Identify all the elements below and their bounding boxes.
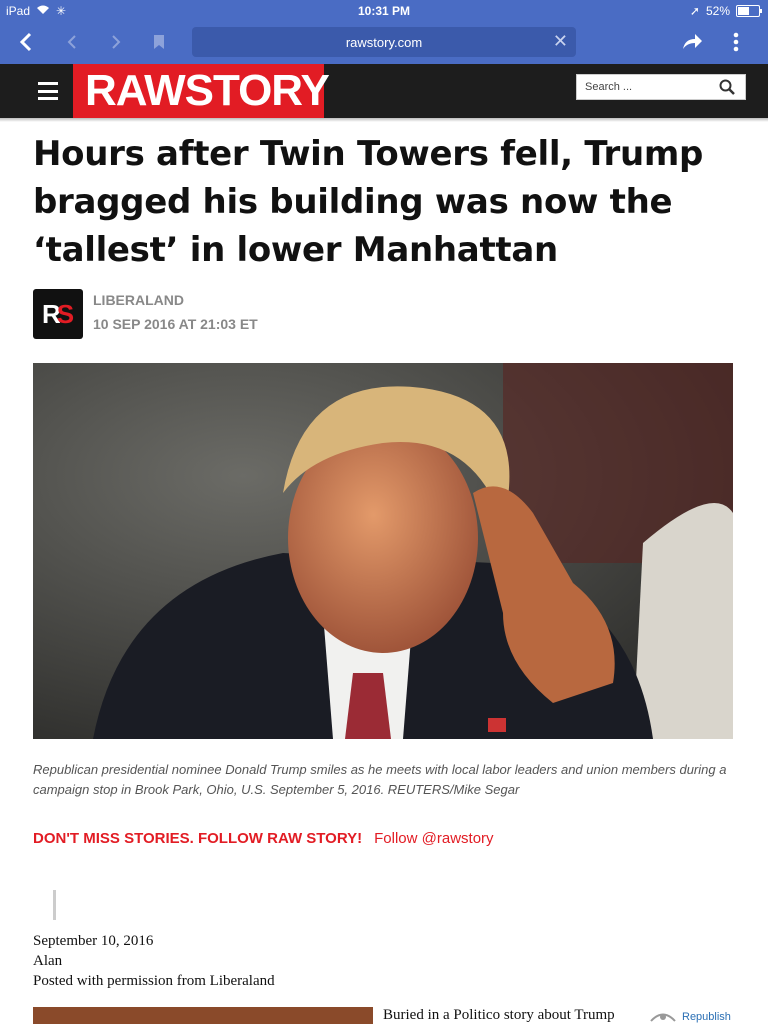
body-paragraph: Buried in a Politico story about Trump [383, 1007, 615, 1023]
site-logo[interactable]: RAW STORY [73, 64, 330, 118]
search-icon[interactable] [719, 79, 735, 98]
republish-label: Republish [682, 1010, 731, 1023]
battery-icon [736, 5, 762, 17]
follow-cta: DON'T MISS STORIES. FOLLOW RAW STORY! [33, 830, 363, 847]
browser-toolbar: rawstory.com ✕ [0, 22, 768, 64]
follow-banner: DON'T MISS STORIES. FOLLOW RAW STORY! Fol… [33, 830, 494, 847]
logo-text-story: STORY [184, 66, 330, 115]
divider-bar [53, 890, 56, 920]
share-icon[interactable] [678, 28, 706, 56]
logo-text-raw: RAW [85, 66, 186, 115]
address-bar[interactable]: rawstory.com ✕ [192, 27, 576, 57]
avatar-letter-s: S [56, 298, 75, 329]
author-avatar: RS [33, 289, 83, 339]
follow-link[interactable]: Follow @rawstory [374, 830, 493, 847]
search-placeholder: Search ... [585, 81, 633, 93]
body-author: Alan [33, 953, 63, 969]
bookmark-icon[interactable] [145, 28, 173, 56]
body-permission: Posted with permission from Liberaland [33, 973, 275, 989]
more-menu-icon[interactable] [722, 28, 750, 56]
header-shadow [0, 118, 768, 122]
location-arrow-icon: ➚ [689, 4, 700, 18]
photo-caption: Republican presidential nominee Donald T… [33, 762, 727, 797]
publish-date: 10 SEP 2016 AT 21:03 ET [93, 316, 258, 332]
browser-chrome: iPad ✳ 10:31 PM ➚ 52% rawstory.com ✕ [0, 0, 768, 64]
clear-url-icon[interactable]: ✕ [553, 31, 568, 52]
article-body: September 10, 2016 Alan Posted with perm… [33, 931, 275, 991]
body-date: September 10, 2016 [33, 933, 154, 949]
author-name[interactable]: LIBERALAND [93, 292, 184, 308]
url-text: rawstory.com [345, 34, 423, 50]
battery-percent: 52% [705, 4, 730, 18]
article-headline: Hours after Twin Towers fell, Trump brag… [33, 134, 704, 270]
inline-image [33, 1007, 373, 1024]
clock: 10:31 PM [357, 4, 411, 18]
republish-button[interactable]: Republish [650, 1008, 731, 1025]
forward-icon[interactable] [102, 28, 130, 56]
search-input[interactable]: Search ... [576, 74, 746, 100]
back-small-icon[interactable] [58, 28, 86, 56]
article-photo [33, 363, 733, 739]
status-bar: iPad ✳ 10:31 PM ➚ 52% [0, 0, 768, 22]
back-icon[interactable] [12, 28, 40, 56]
hamburger-menu-icon[interactable] [38, 82, 58, 100]
republish-icon [650, 1008, 676, 1025]
